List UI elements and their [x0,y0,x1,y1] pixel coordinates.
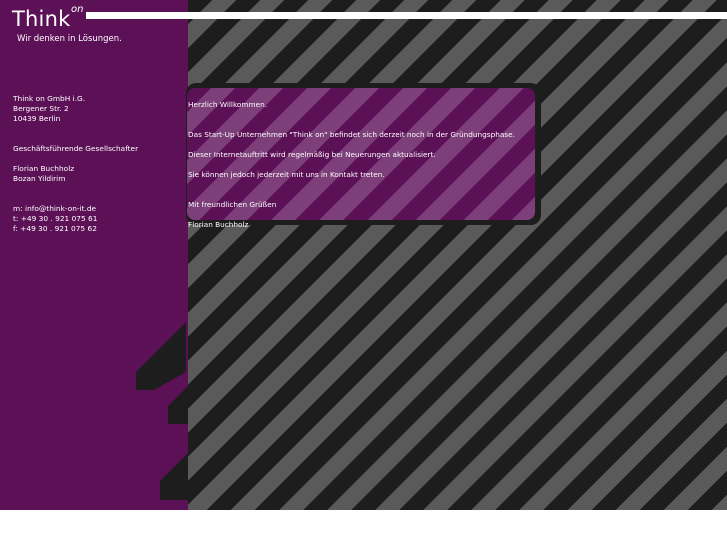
message-signature: Florian Buchholz [188,220,249,229]
message-line: Das Start-Up Unternehmen "Think on" befi… [188,130,515,139]
flap-2 [168,386,188,424]
flap-3 [160,453,188,500]
contact-email[interactable]: m: info@think-on-it.de [13,204,97,214]
contact-phone: t: +49 30 . 921 075 61 [13,214,98,223]
management-list: Florian Buchholz Bozan Yildirim [13,164,74,184]
management-heading: Geschäftsführende Gesellschafter [13,144,139,153]
flap-1 [136,322,186,390]
contact-block: m: info@think-on-it.de t: +49 30 . 921 0… [13,204,97,234]
message-line: Dieser Internetauftritt wird regelmäßig … [188,150,436,159]
contact-fax: f: +49 30 . 921 075 62 [13,224,97,233]
header-bar [86,12,727,19]
management-member: Florian Buchholz [13,164,75,173]
management-member: Bozan Yildirim [13,174,66,183]
company-city: 10439 Berlin [13,114,61,123]
logo[interactable]: Think on [12,4,83,31]
message-closing: Mit freundlichen Grüßen [188,200,277,209]
page-stage: Think on Wir denken in Lösungen. Think o… [0,0,727,510]
logo-text: Think [12,7,71,31]
tagline: Wir denken in Lösungen. [17,34,122,44]
message-greeting: Herzlich Willkommen. [188,100,268,109]
company-address: Think on GmbH i.G. Bergener Str. 2 10439… [13,94,85,124]
company-street: Bergener Str. 2 [13,104,69,113]
logo-superscript: on [71,4,84,15]
diagonal-flaps [136,322,188,500]
company-name: Think on GmbH i.G. [13,94,86,103]
message-line: Sie können jedoch jederzeit mit uns in K… [188,170,385,179]
